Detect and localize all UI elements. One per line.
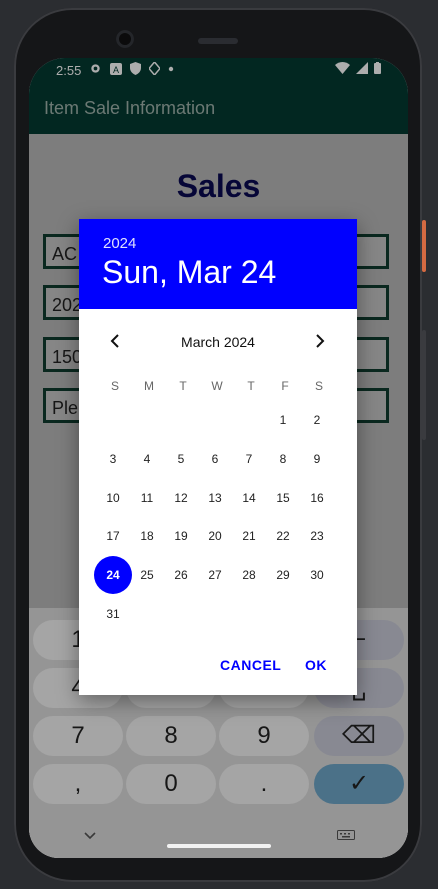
- calendar-day[interactable]: 5: [164, 442, 198, 476]
- calendar-day[interactable]: 6: [198, 442, 232, 476]
- weekday-label: S: [110, 379, 119, 393]
- calendar-day[interactable]: 7: [232, 442, 266, 476]
- selected-date: Sun, Mar 24: [102, 254, 277, 290]
- month-navigation: March 2024: [79, 327, 357, 357]
- date-picker-dialog: 2024 Sun, Mar 24 March 2024 SMTWTFS 1234…: [79, 219, 357, 695]
- earpiece-speaker: [198, 38, 238, 44]
- calendar-day[interactable]: 14: [232, 481, 266, 515]
- calendar-day[interactable]: 15: [266, 481, 300, 515]
- calendar-day[interactable]: 28: [232, 558, 266, 592]
- calendar-day[interactable]: 1: [266, 403, 300, 437]
- calendar-day[interactable]: 26: [164, 558, 198, 592]
- calendar-day[interactable]: 21: [232, 519, 266, 553]
- calendar-day[interactable]: 30: [300, 558, 334, 592]
- calendar-day[interactable]: 4: [130, 442, 164, 476]
- calendar-day[interactable]: 27: [198, 558, 232, 592]
- calendar-day-selected[interactable]: 24: [94, 556, 132, 594]
- weekday-label: W: [211, 379, 223, 393]
- selected-year[interactable]: 2024: [103, 235, 136, 252]
- calendar-day[interactable]: 23: [300, 519, 334, 553]
- weekday-label: T: [179, 379, 187, 393]
- calendar-day[interactable]: 31: [96, 597, 130, 631]
- chevron-right-icon[interactable]: [307, 329, 333, 355]
- calendar-day[interactable]: 19: [164, 519, 198, 553]
- calendar-day[interactable]: 18: [130, 519, 164, 553]
- weekday-label: M: [144, 379, 154, 393]
- calendar-day[interactable]: 8: [266, 442, 300, 476]
- home-indicator[interactable]: [167, 844, 271, 848]
- front-camera: [116, 30, 134, 48]
- weekday-label: T: [247, 379, 255, 393]
- calendar-day[interactable]: 29: [266, 558, 300, 592]
- calendar-day[interactable]: 16: [300, 481, 334, 515]
- calendar-day[interactable]: 10: [96, 481, 130, 515]
- calendar-day[interactable]: 11: [130, 481, 164, 515]
- cancel-button[interactable]: CANCEL: [220, 657, 281, 673]
- volume-button: [422, 330, 426, 440]
- calendar-day[interactable]: 9: [300, 442, 334, 476]
- weekday-label: S: [314, 379, 323, 393]
- calendar-day[interactable]: 25: [130, 558, 164, 592]
- date-picker-header: 2024 Sun, Mar 24: [79, 219, 357, 309]
- weekday-label: F: [281, 379, 289, 393]
- calendar-day[interactable]: 20: [198, 519, 232, 553]
- ok-button[interactable]: OK: [305, 657, 327, 673]
- calendar-day[interactable]: 2: [300, 403, 334, 437]
- calendar-day[interactable]: 17: [96, 519, 130, 553]
- power-button: [422, 220, 426, 272]
- calendar-day[interactable]: 13: [198, 481, 232, 515]
- calendar-day[interactable]: 12: [164, 481, 198, 515]
- calendar-day[interactable]: 3: [96, 442, 130, 476]
- calendar-day[interactable]: 22: [266, 519, 300, 553]
